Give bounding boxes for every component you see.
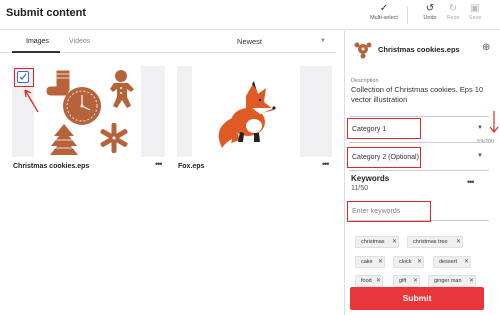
category-1-select[interactable]: Category 1 ▼ bbox=[349, 123, 485, 137]
top-toolbar: Submit content ✓ Multi-select ↺ Undo ↻ R… bbox=[0, 0, 500, 30]
file-title: Christmas cookies.eps bbox=[378, 45, 460, 54]
category-1-value: Category 1 bbox=[352, 126, 387, 133]
tab-images[interactable]: Images bbox=[26, 38, 49, 45]
multiselect-button[interactable]: ✓ Multi-select bbox=[364, 3, 404, 21]
close-icon[interactable]: ✕ bbox=[413, 277, 418, 284]
file-browser: Images Videos Newest ▼ Christmas cookies… bbox=[0, 31, 336, 315]
save-button[interactable]: ▣ Save bbox=[455, 3, 495, 21]
keyword-chip: gift ✕ bbox=[393, 275, 420, 287]
more-options-icon[interactable]: ••• bbox=[155, 159, 163, 169]
save-icon: ▣ bbox=[470, 3, 480, 14]
submit-label: Submit bbox=[402, 293, 432, 303]
annotation-arrow-down-icon bbox=[489, 111, 499, 133]
keyword-input-underline bbox=[349, 220, 489, 221]
description-text[interactable]: Collection of Christmas cookies. Eps 10 … bbox=[351, 85, 487, 105]
keywords-label: Keywords bbox=[351, 174, 390, 183]
chip-label: clock bbox=[399, 259, 412, 265]
keywords-count: 11/50 bbox=[351, 185, 368, 192]
keyword-chip: cake ✕ bbox=[355, 256, 385, 268]
fox-illustration bbox=[218, 81, 276, 149]
keyword-chip: food ✕ bbox=[355, 275, 383, 287]
file-name: Fox.eps bbox=[178, 163, 205, 170]
chip-label: dessert bbox=[439, 259, 458, 265]
category-2-select[interactable]: Category 2 (Optional) ▼ bbox=[349, 151, 485, 165]
chip-label: food bbox=[361, 278, 372, 284]
chip-label: christmas tree bbox=[413, 239, 448, 245]
close-icon[interactable]: ✕ bbox=[456, 238, 461, 245]
cookies-illustration bbox=[45, 69, 134, 155]
chevron-down-icon: ▼ bbox=[477, 125, 483, 131]
category-2-value: Category 2 (Optional) bbox=[352, 154, 419, 161]
close-icon[interactable]: ✕ bbox=[392, 238, 397, 245]
submit-button[interactable]: Submit bbox=[350, 287, 484, 310]
close-icon[interactable]: ✕ bbox=[378, 258, 383, 265]
annotation-arrow-icon bbox=[24, 89, 39, 113]
select-checkbox[interactable] bbox=[17, 71, 29, 83]
file-name: Christmas cookies.eps bbox=[13, 163, 90, 170]
fox-thumbnail bbox=[192, 66, 300, 157]
keyword-input[interactable] bbox=[349, 203, 485, 219]
close-icon[interactable]: ✕ bbox=[376, 277, 381, 284]
chevron-down-icon[interactable]: ▼ bbox=[320, 38, 326, 44]
details-panel: Christmas cookies.eps ⊕ Description Coll… bbox=[345, 31, 500, 315]
keyword-chip: ginger man ✕ bbox=[428, 275, 476, 287]
chip-label: christmas bbox=[361, 239, 385, 245]
more-options-icon[interactable]: ••• bbox=[322, 159, 330, 169]
toolbar-divider bbox=[407, 6, 408, 24]
close-icon[interactable]: ✕ bbox=[417, 258, 422, 265]
sort-dropdown[interactable]: Newest bbox=[237, 37, 262, 46]
cookie-file-icon bbox=[354, 42, 372, 59]
category-2-underline bbox=[349, 170, 489, 171]
tab-videos[interactable]: Videos bbox=[69, 38, 90, 45]
file-card-fox[interactable]: Fox.eps ••• bbox=[177, 66, 332, 176]
chip-label: ginger man bbox=[434, 278, 462, 284]
keyword-chip: christmas ✕ bbox=[355, 236, 399, 248]
christmas-cookies-thumbnail bbox=[34, 66, 141, 157]
keyword-chip: clock ✕ bbox=[393, 256, 424, 268]
description-field[interactable]: Description Collection of Christmas cook… bbox=[349, 75, 489, 117]
media-tabs: Images Videos Newest ▼ bbox=[0, 31, 336, 53]
zoom-in-icon[interactable]: ⊕ bbox=[482, 42, 490, 53]
file-card-christmas-cookies[interactable]: Christmas cookies.eps ••• bbox=[12, 66, 165, 176]
description-label: Description bbox=[351, 78, 379, 84]
chip-label: gift bbox=[399, 278, 407, 284]
checkmark-icon: ✓ bbox=[379, 3, 389, 14]
checkmark-icon bbox=[19, 73, 27, 80]
close-icon[interactable]: ✕ bbox=[464, 258, 469, 265]
save-label: Save bbox=[468, 15, 482, 21]
more-options-icon[interactable]: ••• bbox=[467, 177, 475, 187]
multiselect-label: Multi-select bbox=[370, 15, 398, 21]
keyword-chip: christmas tree ✕ bbox=[407, 236, 463, 248]
page-title: Submit content bbox=[6, 7, 87, 19]
chevron-down-icon: ▼ bbox=[477, 153, 483, 159]
category-1-underline bbox=[349, 142, 489, 143]
chip-label: cake bbox=[361, 259, 373, 265]
close-icon[interactable]: ✕ bbox=[469, 277, 474, 284]
keyword-chip: dessert ✕ bbox=[433, 256, 471, 268]
active-tab-indicator bbox=[12, 51, 60, 53]
